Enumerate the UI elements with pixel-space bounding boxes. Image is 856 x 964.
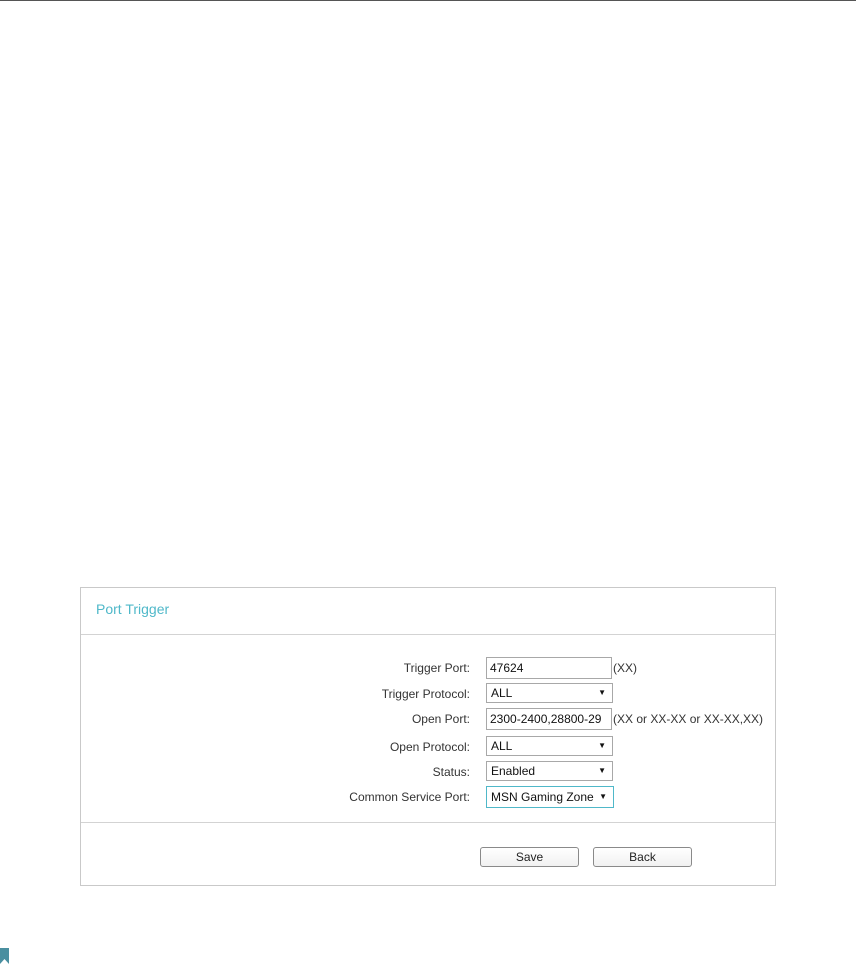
status-select[interactable]: Enabled ▼: [486, 761, 613, 781]
header-divider: [81, 634, 775, 635]
common-service-port-row: Common Service Port: MSN Gaming Zone ▼: [81, 786, 775, 808]
bookmark-icon: [0, 948, 9, 964]
dropdown-caret-icon: ▼: [599, 792, 607, 801]
common-service-port-select[interactable]: MSN Gaming Zone ▼: [486, 786, 614, 808]
status-row: Status: Enabled ▼: [81, 761, 775, 783]
trigger-protocol-label: Trigger Protocol:: [381, 687, 470, 701]
trigger-port-row: Trigger Port: 47624 (XX): [81, 657, 775, 679]
common-service-port-value: MSN Gaming Zone: [491, 790, 594, 804]
back-button[interactable]: Back: [593, 847, 692, 867]
save-button[interactable]: Save: [480, 847, 579, 867]
dropdown-caret-icon: ▼: [598, 741, 606, 750]
open-protocol-row: Open Protocol: ALL ▼: [81, 736, 775, 758]
open-protocol-select[interactable]: ALL ▼: [486, 736, 613, 756]
trigger-protocol-row: Trigger Protocol: ALL ▼: [81, 683, 775, 705]
footer-divider: [81, 822, 775, 823]
port-trigger-panel: Port Trigger Trigger Port: 47624 (XX) Tr…: [80, 587, 776, 886]
trigger-port-label: Trigger Port:: [403, 661, 470, 675]
status-label: Status:: [432, 765, 470, 779]
open-port-row: Open Port: 2300-2400,28800-29 (XX or XX-…: [81, 708, 775, 730]
trigger-port-hint: (XX): [613, 661, 637, 675]
dropdown-caret-icon: ▼: [598, 688, 606, 697]
open-protocol-label: Open Protocol:: [389, 740, 470, 754]
open-port-input[interactable]: 2300-2400,28800-29: [486, 708, 612, 730]
panel-title: Port Trigger: [96, 601, 170, 617]
open-port-hint: (XX or XX-XX or XX-XX,XX): [613, 712, 764, 726]
top-rule: [0, 0, 856, 1]
trigger-protocol-value: ALL: [491, 686, 513, 700]
open-port-label: Open Port:: [411, 712, 470, 726]
trigger-protocol-select[interactable]: ALL ▼: [486, 683, 613, 703]
trigger-port-input[interactable]: 47624: [486, 657, 612, 679]
open-protocol-value: ALL: [491, 739, 513, 753]
dropdown-caret-icon: ▼: [598, 766, 606, 775]
status-value: Enabled: [491, 764, 536, 778]
common-service-port-label: Common Service Port:: [349, 790, 470, 804]
